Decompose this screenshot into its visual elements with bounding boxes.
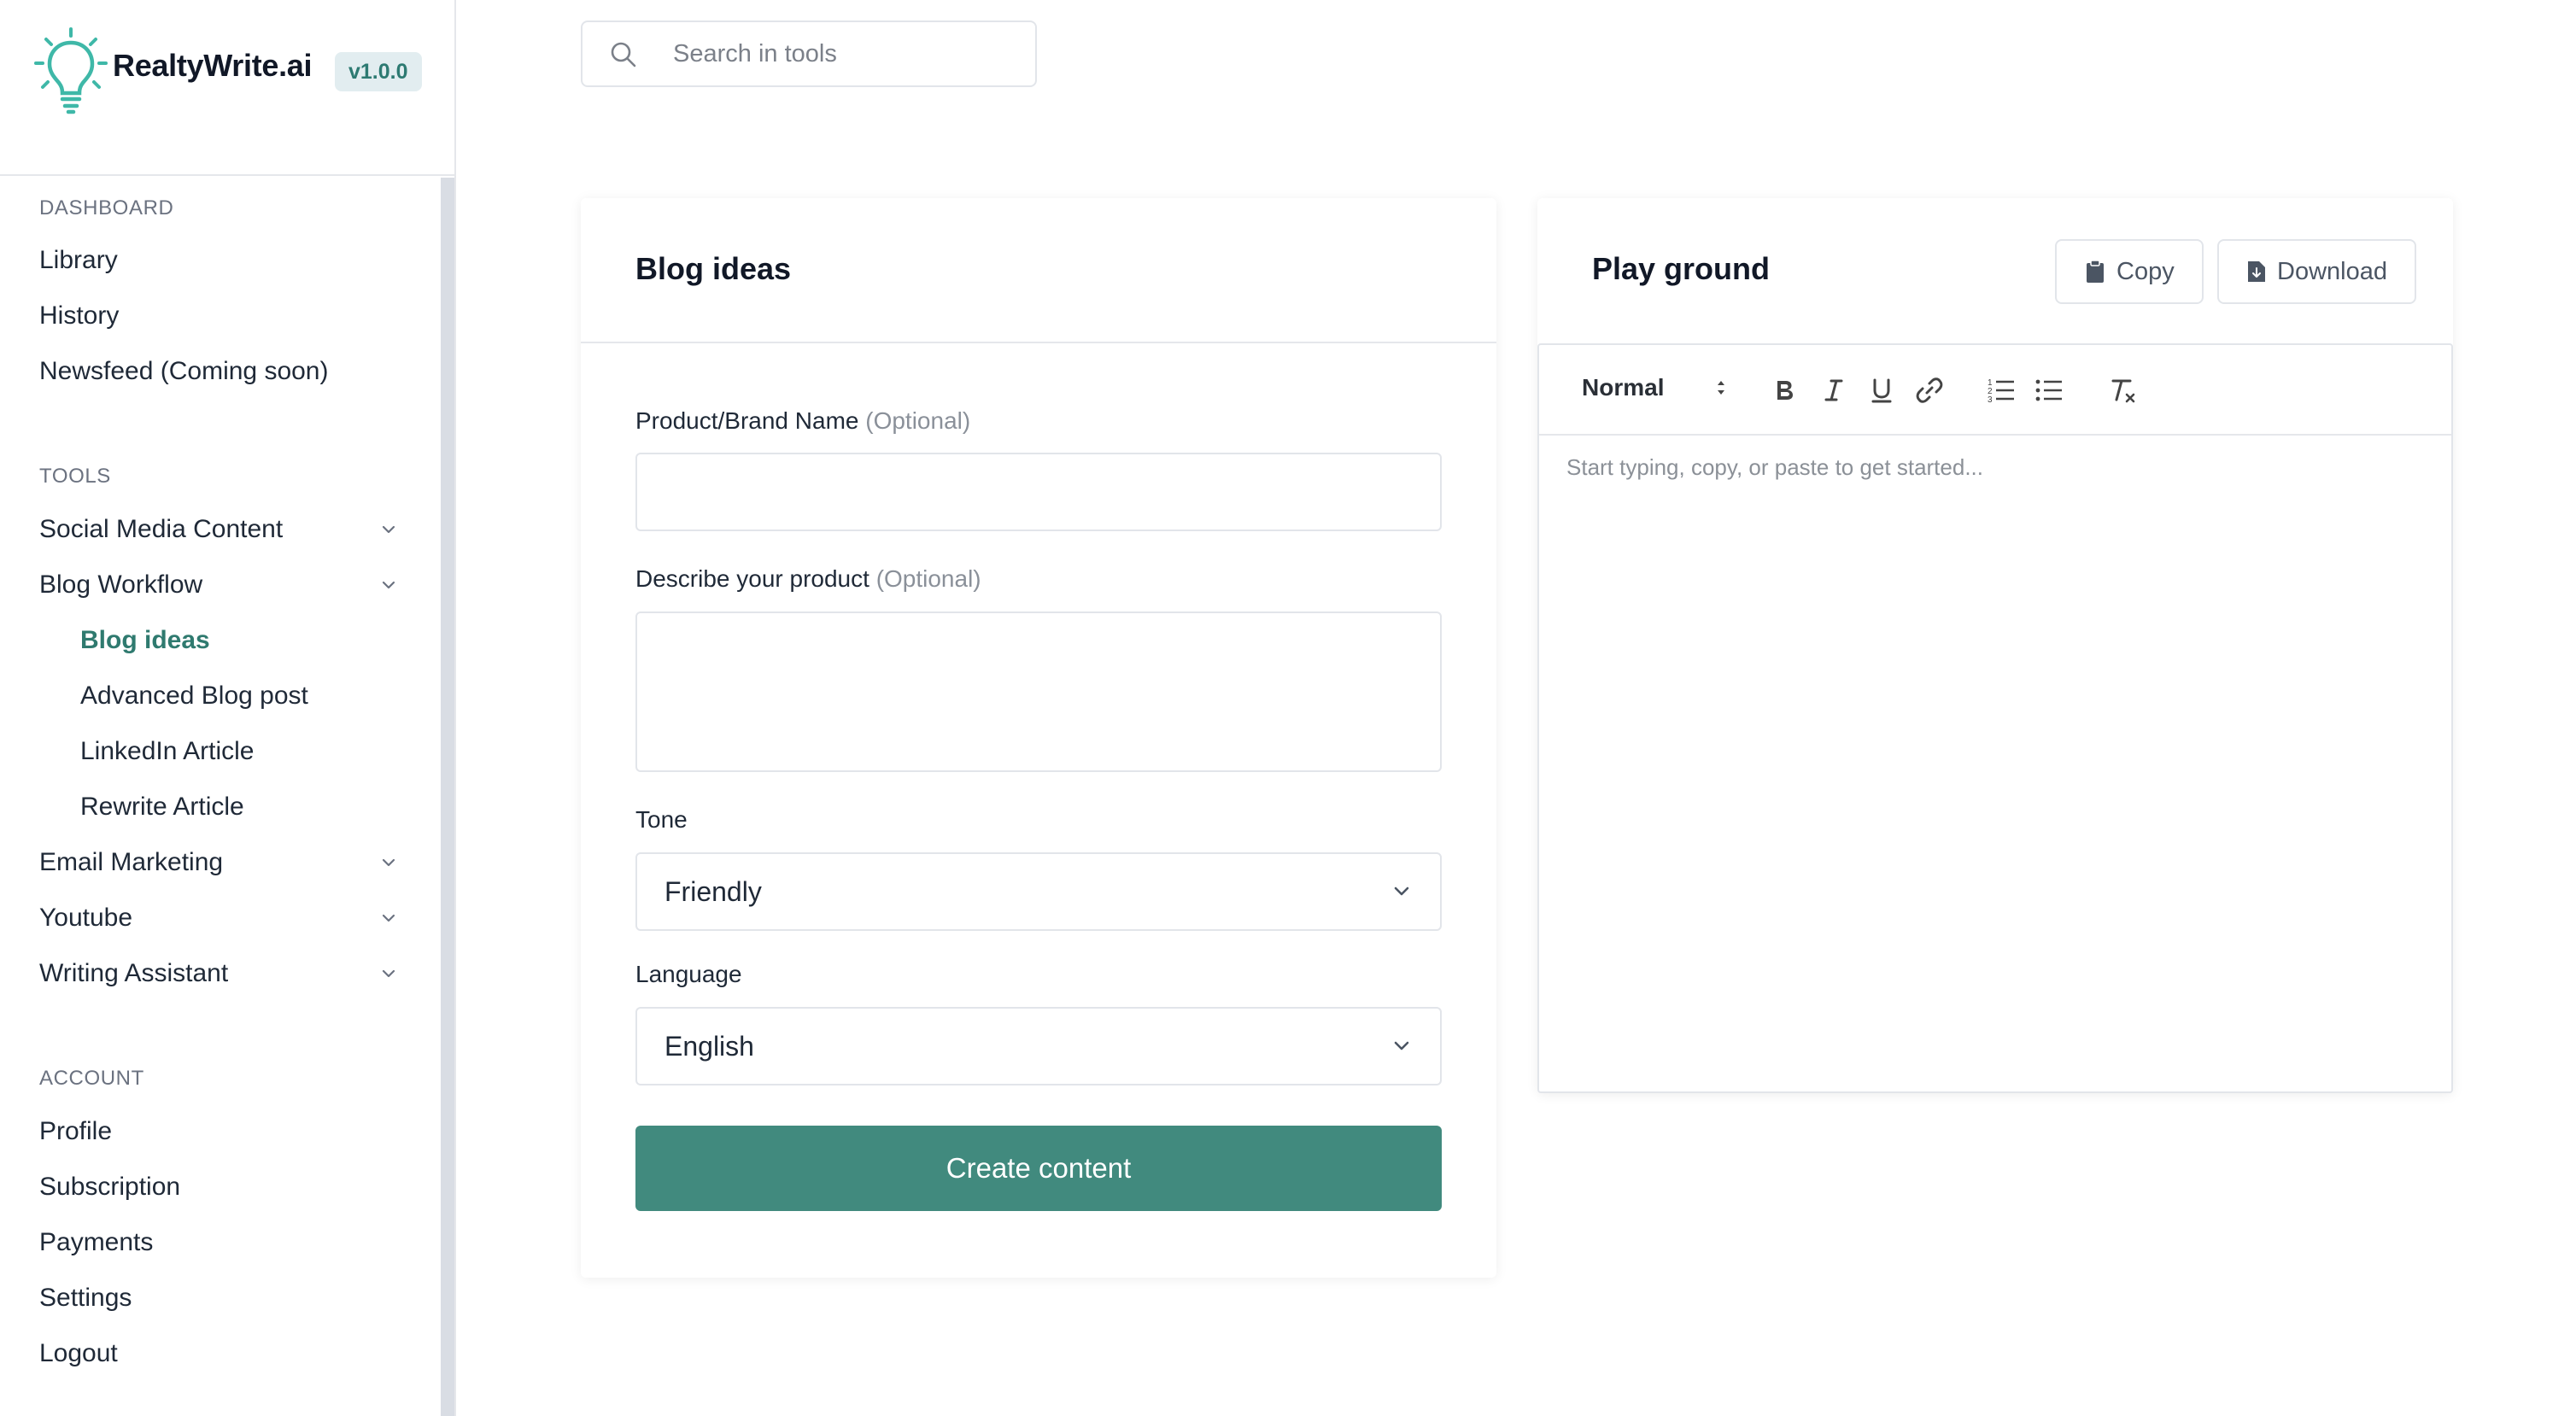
tone-label: Tone [635,806,688,833]
bullet-list-icon[interactable] [2033,374,2065,407]
field-label-text: Product/Brand Name [635,407,859,434]
sidebar-item-history[interactable]: History [39,295,398,337]
sidebar-item-label: Writing Assistant [39,959,229,987]
svg-text:3: 3 [1988,395,1993,405]
playground-title: Play ground [1592,251,1771,286]
underline-icon[interactable] [1865,374,1898,407]
sidebar-item-label: Logout [39,1339,118,1367]
section-label-tools: TOOLS [39,465,111,488]
chevron-down-icon [382,525,395,534]
section-label-account: ACCOUNT [39,1067,144,1090]
sidebar-item-youtube[interactable]: Youtube [39,897,398,939]
chevron-down-icon [382,914,395,922]
sidebar-item-label: Settings [39,1284,132,1312]
language-selected-value: English [664,1030,754,1062]
chevron-down-icon [382,581,395,589]
sidebar-item-payments[interactable]: Payments [39,1221,398,1264]
sort-arrows-icon [1718,381,1724,395]
editor-toolbar: Normal 1 2 3 [1539,345,2451,436]
sidebar-item-label: History [39,301,120,330]
describe-product-textarea[interactable] [635,611,1442,772]
format-selected-value: Normal [1582,374,1665,401]
search-icon [611,42,636,67]
field-label-text: Describe your product [635,565,869,592]
chevron-down-icon [382,858,395,867]
sidebar-item-linkedin-article[interactable]: LinkedIn Article [80,730,254,773]
describe-product-label: Describe your product (Optional) [635,565,981,593]
logo-area: RealtyWrite.ai v1.0.0 [0,0,454,176]
blog-ideas-form-card: Blog ideas Product/Brand Name (Optional)… [581,198,1496,1278]
sidebar-item-profile[interactable]: Profile [39,1110,398,1153]
clipboard-icon [2087,260,2104,283]
download-label: Download [2277,257,2387,285]
tone-select[interactable]: Friendly [635,852,1442,931]
sidebar-item-logout[interactable]: Logout [39,1332,398,1375]
create-content-button[interactable]: Create content [635,1126,1442,1211]
copy-label: Copy [2116,257,2175,285]
format-select[interactable]: Normal [1582,374,1727,401]
sidebar-nav: DASHBOARD Library History Newsfeed (Comi… [0,178,439,1416]
card-header: Blog ideas [581,198,1496,343]
sidebar-item-label: Newsfeed (Coming soon) [39,357,329,385]
file-download-icon [2248,261,2265,282]
sidebar-scrollbar[interactable] [441,178,454,1416]
product-name-label: Product/Brand Name (Optional) [635,407,970,435]
language-select[interactable]: English [635,1007,1442,1085]
lightbulb-icon [34,27,108,114]
editor-content-area[interactable]: Start typing, copy, or paste to get star… [1566,454,1983,481]
copy-button[interactable]: Copy [2055,239,2204,304]
page-title: Blog ideas [635,251,792,286]
italic-icon[interactable] [1818,374,1850,407]
sidebar-item-subscription[interactable]: Subscription [39,1166,398,1208]
sidebar-item-label: Profile [39,1117,113,1145]
sidebar-item-settings[interactable]: Settings [39,1277,398,1319]
version-badge: v1.0.0 [335,52,422,91]
sidebar-item-blog-ideas[interactable]: Blog ideas [80,619,210,662]
brand-name[interactable]: RealtyWrite.ai [113,48,313,84]
playground-card: Play ground Copy Download Normal 1 2 3 S… [1537,198,2453,1093]
sidebar: RealtyWrite.ai v1.0.0 DASHBOARD Library … [0,0,456,1416]
playground-header: Play ground Copy Download [1537,198,2453,343]
link-icon[interactable] [1913,374,1946,407]
ordered-list-icon[interactable]: 1 2 3 [1985,374,2017,407]
bold-icon[interactable] [1768,374,1800,407]
sidebar-item-blog-workflow[interactable]: Blog Workflow [39,564,398,606]
rich-text-editor: Normal 1 2 3 Start typing, copy, or past… [1537,343,2453,1093]
chevron-down-icon [1394,886,1409,896]
sidebar-item-email-marketing[interactable]: Email Marketing [39,841,398,884]
clear-format-icon[interactable] [2106,374,2139,407]
search-bar [581,20,1037,87]
sidebar-item-social-media[interactable]: Social Media Content [39,508,398,551]
download-button[interactable]: Download [2217,239,2416,304]
chevron-down-icon [382,969,395,978]
search-input[interactable] [673,31,1015,77]
sidebar-item-library[interactable]: Library [39,239,398,282]
sidebar-item-advanced-blog-post[interactable]: Advanced Blog post [80,675,308,717]
sidebar-item-label: Payments [39,1228,154,1256]
sidebar-item-label: Youtube [39,904,133,932]
sidebar-item-label: Subscription [39,1173,181,1201]
language-label: Language [635,961,742,987]
optional-hint: (Optional) [875,565,981,592]
optional-hint: (Optional) [865,407,971,434]
sidebar-item-rewrite-article[interactable]: Rewrite Article [80,786,244,828]
sidebar-item-newsfeed[interactable]: Newsfeed (Coming soon) [39,350,398,393]
product-name-input[interactable] [635,453,1442,531]
tone-selected-value: Friendly [664,875,762,907]
sidebar-item-label: Email Marketing [39,848,224,876]
sidebar-item-label: Social Media Content [39,515,284,543]
sidebar-item-label: Library [39,246,118,274]
chevron-down-icon [1394,1041,1409,1050]
section-label-dashboard: DASHBOARD [39,196,174,219]
sidebar-item-label: Blog Workflow [39,570,203,599]
sidebar-item-writing-assistant[interactable]: Writing Assistant [39,952,398,995]
